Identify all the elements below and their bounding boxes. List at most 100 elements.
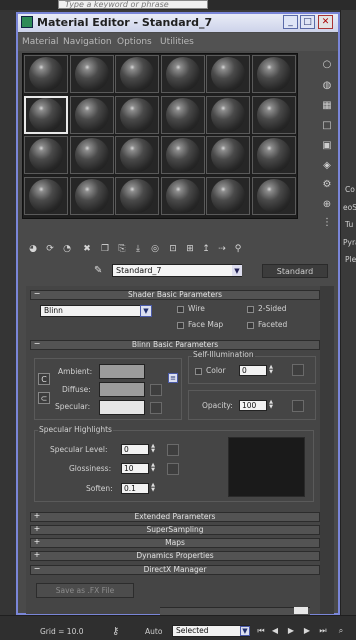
self-illum-spinner-arrows-icon[interactable]: ▲ ▼ [268,365,274,375]
expand-icon[interactable]: + [33,525,41,535]
rollout-maps[interactable]: Maps [30,538,320,548]
sample-slot[interactable] [115,55,159,93]
sample-slot[interactable] [160,136,205,174]
sample-slot[interactable] [251,136,296,174]
sample-slot[interactable] [24,136,68,174]
sample-slot[interactable] [251,176,296,215]
show-end-result-icon[interactable]: ⊞ [183,242,197,256]
specular-level-spinner[interactable]: 0 [121,444,149,455]
eyedropper-icon[interactable]: ✎ [94,265,106,277]
material-navigator-icon[interactable]: ⋮ [320,215,334,229]
menu-navigation[interactable]: Navigation [63,35,112,49]
backlight-icon[interactable]: ◍ [320,78,334,92]
material-id-channel-icon[interactable]: ◎ [148,242,162,256]
go-to-end-icon[interactable]: ⏭ [318,625,328,636]
collapse-icon[interactable]: − [33,290,41,300]
key-filter-dropdown-icon[interactable]: ▼ [240,626,250,636]
expand-icon[interactable]: + [33,538,41,548]
show-map-in-viewport-icon[interactable]: ⊡ [166,242,180,256]
rollout-supersampling[interactable]: SuperSampling [30,525,320,535]
put-to-scene-icon[interactable]: ⟳ [43,242,57,256]
zoom-icon[interactable]: ⌕ [336,625,346,636]
specular-color-swatch[interactable] [99,400,145,415]
opacity-spinner[interactable]: 100 [239,400,267,411]
diffuse-color-swatch[interactable] [99,382,145,397]
rollout-shader-basic[interactable]: Shader Basic Parameters [30,290,320,300]
glossiness-map-button[interactable] [167,463,179,475]
make-preview-icon[interactable]: ◈ [320,158,334,172]
shader-dropdown-icon[interactable]: ▼ [140,305,152,317]
ambient-color-swatch[interactable] [99,364,145,379]
material-name-field[interactable]: Standard_7 [112,264,242,277]
rollout-extended-parameters[interactable]: Extended Parameters [30,512,320,522]
go-forward-sibling-icon[interactable]: ⇢ [215,242,229,256]
make-copy-icon[interactable]: ❐ [98,242,112,256]
minimize-button[interactable]: _ [283,15,298,29]
self-illum-color-checkbox[interactable] [195,368,202,375]
expand-icon[interactable]: + [33,551,41,561]
menu-material[interactable]: Material [22,35,59,49]
reset-map-icon[interactable]: ✖ [80,242,94,256]
sample-slot[interactable] [115,176,159,215]
diffuse-map-button[interactable] [150,384,162,396]
auto-key-button[interactable]: Auto [145,627,162,636]
select-by-material-icon[interactable]: ⊕ [320,197,334,211]
sample-slot[interactable] [251,55,296,93]
wire-checkbox[interactable] [177,306,184,313]
self-illum-spinner[interactable]: 0 [239,365,267,376]
expand-icon[interactable]: + [33,512,41,522]
rollout-dynamics-properties[interactable]: Dynamics Properties [30,551,320,561]
glossiness-spinner[interactable]: 10 [121,463,149,474]
previous-frame-icon[interactable]: ◀ [270,625,280,636]
menu-utilities[interactable]: Utilities [160,35,194,49]
assign-to-selection-icon[interactable]: ◔ [60,242,74,256]
collapse-icon[interactable]: − [33,340,41,350]
background-icon[interactable]: ▦ [320,98,334,112]
next-frame-icon[interactable]: ▶ [302,625,312,636]
opacity-map-button[interactable] [292,400,304,412]
sample-type-icon[interactable]: ○ [320,57,334,71]
material-name-dropdown[interactable]: ▼ [232,265,242,276]
panel-slider-handle[interactable] [294,607,308,614]
sample-slot[interactable] [24,55,68,93]
go-to-parent-icon[interactable]: ↥ [199,242,213,256]
pick-material-icon[interactable]: ⚲ [231,242,245,256]
sample-slot[interactable] [206,176,250,215]
specular-level-map-button[interactable] [167,444,179,456]
go-to-start-icon[interactable]: ⏮ [256,625,266,636]
opacity-spinner-arrows-icon[interactable]: ▲ ▼ [268,400,274,410]
material-type-button[interactable]: Standard [262,264,328,278]
sample-slot[interactable] [206,55,250,93]
key-icon[interactable]: ⚷ [112,626,119,637]
collapse-icon[interactable]: − [33,565,41,575]
sample-slot[interactable] [69,55,114,93]
sample-slot[interactable] [24,95,68,134]
help-search-input[interactable]: Type a keyword or phrase [58,0,208,9]
lock-ambient-diffuse-button[interactable]: C [38,373,50,385]
glossiness-arrows-icon[interactable]: ▲ ▼ [150,463,156,473]
soften-arrows-icon[interactable]: ▲ ▼ [150,483,156,493]
rollout-blinn-basic[interactable]: Blinn Basic Parameters [30,340,320,350]
play-icon[interactable]: ▶ [286,625,296,636]
sample-slot[interactable] [206,136,250,174]
sample-slot[interactable] [24,176,68,215]
sample-slot[interactable] [206,95,250,134]
maximize-button[interactable]: □ [300,15,315,29]
sample-slot[interactable] [160,55,205,93]
faceted-checkbox[interactable] [247,322,254,329]
save-as-fx-button[interactable]: Save as .FX File [36,583,134,598]
specular-map-button[interactable] [150,402,162,414]
soften-spinner[interactable]: 0.1 [121,483,149,494]
specular-level-arrows-icon[interactable]: ▲ ▼ [150,444,156,454]
face-map-checkbox[interactable] [177,322,184,329]
sample-slot[interactable] [251,95,296,134]
video-check-icon[interactable]: ▣ [320,138,334,152]
sample-slot[interactable] [115,95,159,134]
ambient-map-toggle-icon[interactable]: ≡ [168,373,178,383]
sample-slot[interactable] [69,176,114,215]
sample-slot[interactable] [69,136,114,174]
panel-scrollbar[interactable] [320,286,334,614]
sample-slot[interactable] [115,136,159,174]
put-to-library-icon[interactable]: ⤓ [131,242,145,256]
get-material-icon[interactable]: ◕ [26,242,40,256]
